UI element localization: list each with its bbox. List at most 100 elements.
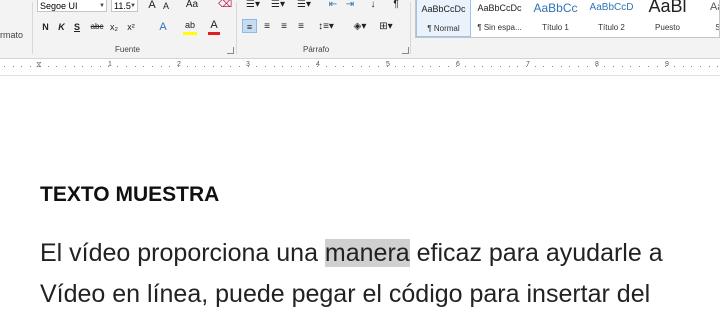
ruler-dot bbox=[169, 66, 170, 67]
font-dialog-launcher[interactable] bbox=[227, 47, 234, 54]
shrink-font-button[interactable]: A bbox=[160, 0, 172, 13]
align-right-icon[interactable]: ≡ bbox=[277, 20, 291, 34]
ruler-dot bbox=[369, 66, 370, 67]
ruler-dot bbox=[578, 66, 579, 67]
change-case-button[interactable]: Aa bbox=[183, 0, 201, 12]
paragraph-line-1[interactable]: El vídeo proporciona una manera eficaz p… bbox=[40, 239, 663, 268]
text-effects-button[interactable]: A bbox=[157, 20, 169, 34]
ruler-dot bbox=[526, 66, 527, 67]
text-run: El vídeo proporciona una bbox=[40, 239, 325, 267]
justify-icon[interactable]: ≡ bbox=[294, 20, 308, 34]
ruler-dot bbox=[74, 66, 75, 67]
ruler-dot bbox=[622, 66, 623, 67]
grow-font-button[interactable]: A bbox=[146, 0, 158, 12]
paragraph-dialog-launcher[interactable] bbox=[402, 47, 409, 54]
highlight-color-button[interactable]: ab bbox=[183, 18, 197, 35]
ruler-dot bbox=[265, 66, 266, 67]
font-color-button[interactable]: A bbox=[208, 18, 220, 35]
font-name-value: Segoe UI bbox=[40, 1, 78, 11]
ruler-dot bbox=[613, 66, 614, 67]
show-marks-button[interactable]: ¶ bbox=[390, 0, 402, 12]
style-subtitle[interactable]: AaBb Subt bbox=[696, 0, 719, 37]
ruler-dot bbox=[4, 66, 5, 67]
align-center-icon[interactable]: ≡ bbox=[260, 20, 274, 34]
ruler-dot bbox=[604, 66, 605, 67]
ruler-dot bbox=[135, 66, 136, 67]
ruler-dot bbox=[117, 66, 118, 67]
ruler-dot bbox=[456, 66, 457, 67]
font-name-select[interactable]: Segoe UI ▼ bbox=[37, 0, 107, 12]
bold-button[interactable]: N bbox=[40, 20, 51, 34]
superscript-button[interactable]: x² bbox=[124, 20, 138, 34]
document-heading[interactable]: TEXTO MUESTRA bbox=[40, 183, 219, 207]
underline-button[interactable]: S bbox=[71, 20, 83, 34]
horizontal-ruler[interactable]: 1 2 3 4 5 6 7 8 9 bbox=[0, 59, 720, 76]
style-name: Subt bbox=[696, 23, 719, 32]
increase-indent-button[interactable]: ⇥ bbox=[343, 0, 357, 12]
ruler-dot bbox=[509, 66, 510, 67]
chevron-down-icon: ▼ bbox=[99, 3, 105, 9]
style-name: Título 2 bbox=[598, 23, 625, 32]
style-heading-2[interactable]: AaBbCcD Título 2 bbox=[584, 0, 639, 37]
ruler-dot bbox=[404, 66, 405, 67]
clear-format-icon[interactable]: ⌫ bbox=[218, 0, 232, 12]
paragraph-line-2[interactable]: Vídeo en línea, puede pegar el código pa… bbox=[40, 280, 650, 309]
line-spacing-button[interactable]: ↕≡▾ bbox=[315, 20, 337, 34]
style-normal[interactable]: AaBbCcDc ¶ Normal bbox=[416, 0, 471, 37]
ruler-dot bbox=[326, 66, 327, 67]
ruler-dot bbox=[56, 66, 57, 67]
ruler-dot bbox=[143, 66, 144, 67]
ruler-dot bbox=[152, 66, 153, 67]
ruler-dot bbox=[248, 66, 249, 67]
ruler-dot bbox=[430, 66, 431, 67]
multilevel-list-button[interactable]: ☰▾ bbox=[293, 0, 315, 12]
style-title[interactable]: AaBl Puesto bbox=[640, 0, 695, 37]
ruler-dot bbox=[422, 66, 423, 67]
font-size-select[interactable]: 11.5 ▼ bbox=[111, 0, 138, 12]
italic-button[interactable]: K bbox=[56, 20, 67, 34]
ruler-dot bbox=[204, 66, 205, 67]
ruler-dot bbox=[717, 66, 718, 67]
bullets-button[interactable]: ☰▾ bbox=[242, 0, 264, 12]
style-sample: AaBbCcDc bbox=[421, 4, 466, 14]
ruler-dot bbox=[300, 66, 301, 67]
subscript-button[interactable]: x₂ bbox=[108, 20, 120, 34]
indent-marker-icon[interactable]: ⧖ bbox=[36, 60, 42, 70]
ruler-dot bbox=[82, 66, 83, 67]
ruler-dot bbox=[100, 66, 101, 67]
ruler-dot bbox=[474, 66, 475, 67]
ruler-dot bbox=[317, 66, 318, 67]
ribbon: rmato Segoe UI ▼ 11.5 ▼ A A Aa ⌫ N K S a… bbox=[0, 0, 720, 59]
ruler-dot bbox=[535, 66, 536, 67]
style-no-spacing[interactable]: AaBbCcDc ¶ Sin espa... bbox=[472, 0, 527, 37]
ruler-dot bbox=[465, 66, 466, 67]
style-heading-1[interactable]: AaBbCc Título 1 bbox=[528, 0, 583, 37]
ruler-dot bbox=[352, 66, 353, 67]
clipboard-group-label: rmato bbox=[0, 30, 24, 40]
selected-text[interactable]: manera bbox=[324, 239, 410, 267]
ruler-dot bbox=[674, 66, 675, 67]
shading-button[interactable]: ◈▾ bbox=[349, 20, 371, 34]
ruler-dot bbox=[569, 66, 570, 67]
borders-button[interactable]: ⊞▾ bbox=[375, 20, 397, 34]
ruler-dot bbox=[552, 66, 553, 67]
separator bbox=[410, 2, 411, 54]
ruler-dot bbox=[335, 66, 336, 67]
ruler-dot bbox=[213, 66, 214, 67]
style-name: Título 1 bbox=[542, 23, 569, 32]
sort-button[interactable]: ↓ bbox=[366, 0, 380, 12]
strikethrough-button[interactable]: abc bbox=[88, 20, 106, 34]
numbering-button[interactable]: ☰▾ bbox=[267, 0, 289, 12]
style-sample: AaBbCcDc bbox=[477, 3, 522, 13]
style-name: ¶ Sin espa... bbox=[477, 23, 522, 32]
align-left-button[interactable]: ≡ bbox=[242, 19, 257, 33]
ruler-dot bbox=[500, 66, 501, 67]
ruler-dot bbox=[291, 66, 292, 67]
style-sample: AaBb bbox=[710, 1, 719, 13]
paragraph-group-label: Párrafo bbox=[303, 45, 330, 54]
decrease-indent-button[interactable]: ⇤ bbox=[326, 0, 340, 12]
ruler-dot bbox=[108, 66, 109, 67]
ruler-dot bbox=[282, 66, 283, 67]
ruler-dot bbox=[91, 66, 92, 67]
ruler-dot bbox=[517, 66, 518, 67]
